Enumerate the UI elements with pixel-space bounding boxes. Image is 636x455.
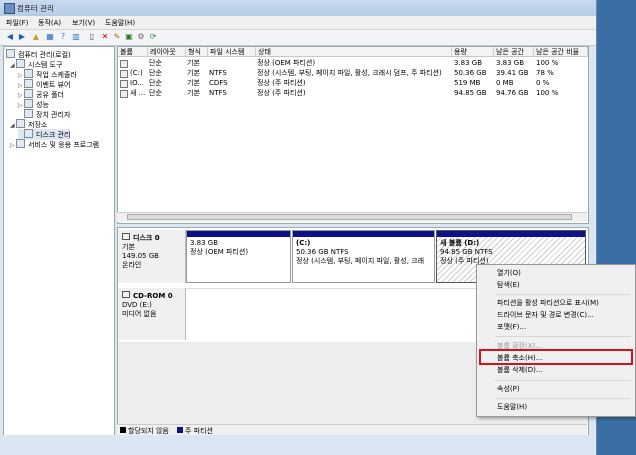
drive-icon — [120, 90, 128, 98]
partition-c[interactable]: (C:) 50.36 GB NTFS 정상 (시스템, 부팅, 페이지 파일, … — [292, 230, 435, 283]
menu-item-delete-volume[interactable]: 볼륨 삭제(D)... — [477, 365, 635, 376]
show-tree-icon[interactable]: ▦ — [45, 32, 55, 42]
navigation-tree: 컴퓨터 관리(로컬) ◢ 시스템 도구 ▷ 작업 스케줄러 ▷ 이벤트 뷰어 ▷ 공유 … — [3, 46, 115, 437]
connect-icon[interactable]: ▯ — [87, 32, 97, 42]
disk-icon — [24, 129, 33, 138]
menu-view[interactable]: 보기(V) — [72, 18, 95, 28]
refresh-icon[interactable]: ⟳ — [148, 32, 158, 42]
title-bar: 컴퓨터 관리 — [0, 0, 596, 16]
menu-help[interactable]: 도움말(H) — [105, 18, 135, 28]
menu-item-properties[interactable]: 속성(P) — [477, 384, 635, 395]
back-icon[interactable]: ◀ — [5, 32, 15, 42]
menu-item-format[interactable]: 포맷(F)... — [477, 322, 635, 333]
window-title: 컴퓨터 관리 — [17, 4, 54, 13]
forward-icon[interactable]: ▶ — [17, 32, 27, 42]
pane-icon[interactable]: ▥ — [71, 32, 81, 42]
help-icon[interactable]: ? — [58, 32, 68, 42]
cd-drive-icon — [120, 80, 128, 88]
highlight-box — [479, 349, 633, 365]
event-icon — [24, 79, 33, 88]
clock-icon — [24, 69, 33, 78]
primary-swatch — [177, 427, 183, 433]
computer-icon — [6, 49, 15, 58]
menu-item-mark-active[interactable]: 파티션을 활성 파티션으로 표시(M) — [477, 298, 635, 309]
status-bar — [0, 435, 596, 455]
menu-separator — [495, 380, 631, 381]
menu-item-help[interactable]: 도움말(H) — [477, 402, 635, 413]
drive-icon — [120, 70, 128, 78]
tree-item-services-apps[interactable]: ▷ 서비스 및 응용 프로그램 — [10, 139, 99, 150]
tools-icon — [16, 59, 25, 68]
volume-list: 볼륨 레이아웃 형식 파일 시스템 상태 용량 남은 공간 남은 공간 비율 단… — [117, 46, 589, 224]
unallocated-swatch — [120, 427, 126, 433]
menu-bar: 파일(F) 동작(A) 보기(V) 도움말(H) — [0, 16, 596, 30]
disk-icon — [122, 233, 130, 240]
storage-icon — [16, 119, 25, 128]
menu-item-open[interactable]: 열기(O) — [477, 268, 635, 279]
shared-folder-icon — [24, 89, 33, 98]
drive-icon — [120, 60, 128, 68]
col-free-space[interactable]: 남은 공간 — [494, 47, 534, 57]
col-volume[interactable]: 볼륨 — [118, 47, 148, 57]
col-filesystem[interactable]: 파일 시스템 — [208, 47, 256, 57]
performance-icon — [24, 99, 33, 108]
cd-icon — [122, 291, 130, 298]
col-capacity[interactable]: 용량 — [452, 47, 494, 57]
up-folder-icon[interactable]: ▲ — [31, 32, 41, 42]
properties-icon[interactable]: ✎ — [112, 32, 122, 42]
folder-icon[interactable]: ▣ — [124, 32, 134, 42]
partition-oem[interactable]: 3.83 GB 정상 (OEM 파티션) — [186, 230, 291, 283]
col-status[interactable]: 상태 — [256, 47, 452, 57]
menu-file[interactable]: 파일(F) — [6, 18, 28, 28]
col-type[interactable]: 형식 — [186, 47, 208, 57]
computer-management-icon — [4, 3, 15, 14]
col-layout[interactable]: 레이아웃 — [148, 47, 186, 57]
menu-item-change-drive-letter[interactable]: 드라이브 문자 및 경로 변경(C)... — [477, 310, 635, 321]
settings-icon[interactable]: ⚙ — [136, 32, 146, 42]
menu-item-explore[interactable]: 탐색(E) — [477, 280, 635, 291]
toolbar: ◀ ▶ ▲ ▦ ? ▥ ▯ ✕ ✎ ▣ ⚙ ⟳ — [0, 30, 596, 46]
disk-0-label[interactable]: 디스크 0 기본 149.05 GB 온라인 — [118, 230, 186, 283]
menu-separator — [495, 294, 631, 295]
menu-separator — [495, 336, 631, 337]
menu-action[interactable]: 동작(A) — [38, 18, 61, 28]
delete-icon[interactable]: ✕ — [100, 32, 110, 42]
cdrom-0-label[interactable]: CD-ROM 0 DVD (E:) 미디어 없음 — [118, 288, 186, 340]
menu-separator — [495, 398, 631, 399]
horizontal-scrollbar[interactable] — [117, 212, 587, 222]
scrollbar-thumb[interactable] — [127, 214, 572, 220]
context-menu: 열기(O) 탐색(E) 파티션을 활성 파티션으로 표시(M) 드라이브 문자 … — [476, 264, 636, 417]
col-free-percent[interactable]: 남은 공간 비율 — [534, 47, 588, 57]
device-icon — [24, 109, 33, 118]
services-icon — [16, 139, 25, 148]
